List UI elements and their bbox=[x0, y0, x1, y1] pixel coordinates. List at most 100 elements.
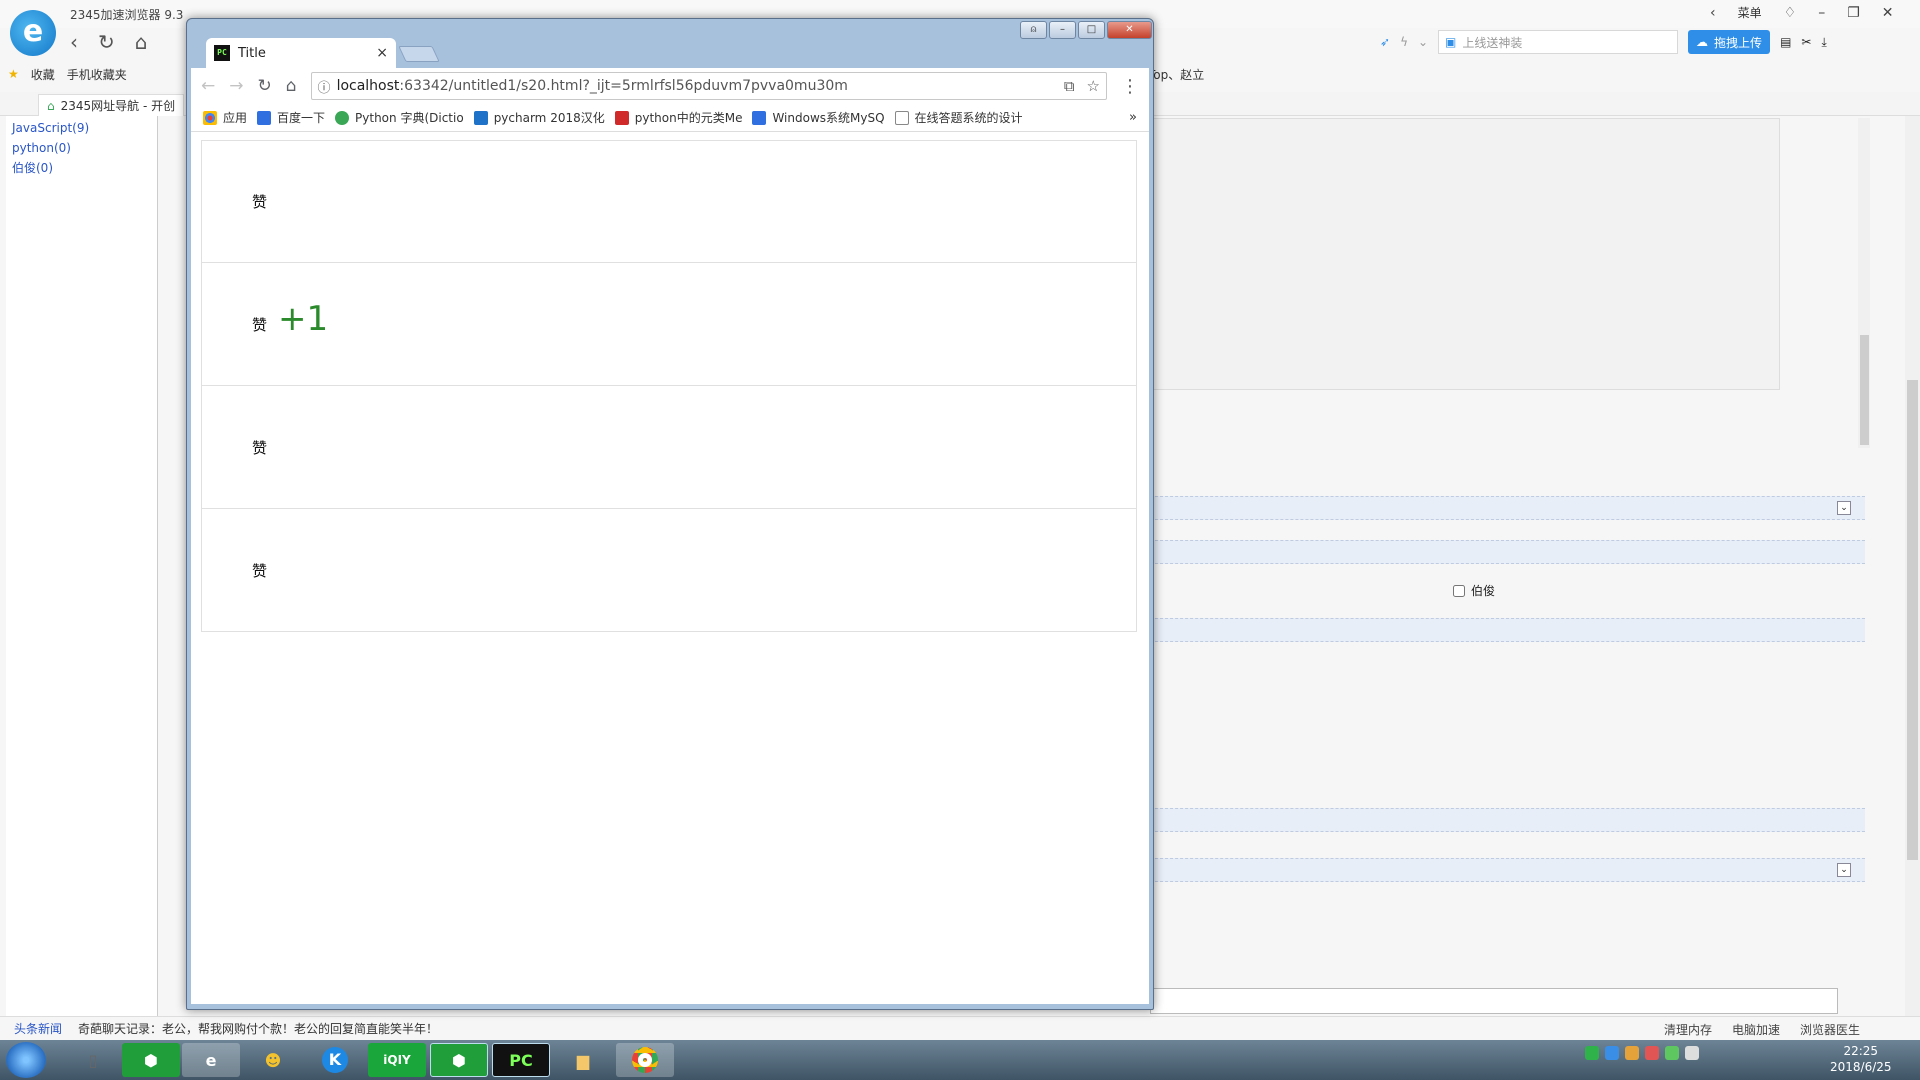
chrome-toolbar: ← → ↻ ⌂ ⓘ localhost:63342/untitled1/s20.… bbox=[191, 68, 1149, 104]
home-icon[interactable]: ⌂ bbox=[286, 76, 297, 96]
tray-network-icon[interactable] bbox=[1625, 1046, 1639, 1060]
news-label[interactable]: 头条新闻 bbox=[14, 1020, 62, 1037]
rocket-icon[interactable]: ➶ bbox=[1380, 35, 1390, 49]
file-icon[interactable]: ▯ bbox=[64, 1043, 122, 1077]
editor-scrollbar-thumb[interactable] bbox=[1860, 335, 1869, 445]
close-icon[interactable]: ✕ bbox=[1882, 5, 1894, 21]
main-scrollbar-thumb[interactable] bbox=[1907, 380, 1918, 860]
like-list: 赞 赞 +1 赞 赞 bbox=[201, 140, 1137, 632]
minimize-icon[interactable]: – bbox=[1818, 5, 1825, 21]
tray-volume-icon[interactable] bbox=[1685, 1046, 1699, 1060]
bookmark-apps[interactable]: 应用 bbox=[203, 109, 247, 126]
start-button-icon[interactable] bbox=[6, 1042, 46, 1078]
translate-icon[interactable]: ⧉ bbox=[1064, 77, 1075, 95]
background-editor-area[interactable] bbox=[1145, 118, 1780, 390]
close-icon[interactable]: ✕ bbox=[1107, 21, 1152, 39]
kugou-icon[interactable]: K bbox=[306, 1043, 364, 1077]
chrome-taskbar-icon[interactable] bbox=[616, 1043, 674, 1077]
csdn-icon bbox=[614, 110, 629, 125]
cloud-icon: ☁ bbox=[1696, 35, 1709, 49]
url-host: localhost bbox=[336, 78, 400, 94]
list-item: 赞 bbox=[201, 509, 1137, 632]
favorites-star-icon[interactable]: ★ bbox=[8, 67, 19, 81]
bookmark-windows-mysql[interactable]: Windows系统MySQ bbox=[752, 109, 885, 126]
reload-icon[interactable]: ↻ bbox=[98, 30, 115, 54]
bookmark-baidu[interactable]: 百度一下 bbox=[257, 109, 325, 126]
favorites-button[interactable]: 收藏 bbox=[31, 66, 55, 83]
background-window-controls: ‹ 菜单 ♢ – ❐ ✕ bbox=[1710, 4, 1893, 21]
2345-browser-taskbar-icon[interactable]: e bbox=[182, 1043, 240, 1077]
folder-icon[interactable]: ▆ bbox=[554, 1043, 612, 1077]
browser-logo-icon[interactable]: e bbox=[10, 10, 56, 56]
tray-update-icon[interactable] bbox=[1665, 1046, 1679, 1060]
tray-security-icon[interactable] bbox=[1645, 1046, 1659, 1060]
menu-button[interactable]: 菜单 bbox=[1738, 4, 1762, 21]
scissors-icon[interactable]: ✂ bbox=[1801, 35, 1811, 49]
tray-app-icon[interactable] bbox=[1585, 1046, 1599, 1060]
apps-grid-icon bbox=[203, 110, 217, 125]
chrome-tab-active[interactable]: PC Title × bbox=[206, 38, 396, 68]
new-tab-button[interactable] bbox=[398, 46, 440, 62]
tab-close-icon[interactable]: × bbox=[376, 45, 388, 61]
chevron-left-icon[interactable]: ‹ bbox=[1710, 5, 1716, 21]
green-app-icon[interactable]: ⬢ bbox=[122, 1043, 180, 1077]
collapse-chevron-icon[interactable]: ⌄ bbox=[1837, 501, 1851, 515]
iqiyi-icon[interactable]: iQIY bbox=[368, 1043, 426, 1077]
news-ticker-text[interactable]: 奇葩聊天记录：老公，帮我网购付个款！老公的回复简直能笑半年！ bbox=[78, 1020, 438, 1037]
maximize-icon[interactable]: □ bbox=[1078, 21, 1105, 39]
background-tab[interactable]: ⌂ 2345网址导航 - 开创 bbox=[38, 94, 185, 116]
reader-icon[interactable]: ▤ bbox=[1780, 35, 1791, 49]
plus-one-animation: +1 bbox=[278, 299, 329, 339]
like-button[interactable]: 赞 bbox=[252, 437, 267, 458]
lightning-icon[interactable]: ϟ bbox=[1400, 35, 1408, 49]
bookmark-python-dict[interactable]: Python 字典(Dictio bbox=[335, 109, 464, 126]
favbar-right-text[interactable]: Top、赵立 bbox=[1148, 66, 1204, 83]
pycharm-favicon-icon: PC bbox=[214, 45, 230, 61]
skin-icon[interactable]: ♢ bbox=[1784, 5, 1797, 21]
clean-memory-button[interactable]: 清理内存 bbox=[1664, 1021, 1712, 1038]
background-search-input[interactable]: ▣ 上线送神装 bbox=[1438, 30, 1679, 54]
green-app-2-icon[interactable]: ⬢ bbox=[430, 1043, 488, 1077]
download-icon[interactable]: ⤓ bbox=[1821, 35, 1826, 50]
qq-icon[interactable]: ☻ bbox=[244, 1043, 302, 1077]
restore-icon[interactable]: ❐ bbox=[1847, 5, 1860, 21]
tray-shield-icon[interactable] bbox=[1605, 1046, 1619, 1060]
profile-icon[interactable]: ⍝ bbox=[1020, 21, 1047, 39]
pc-speedup-button[interactable]: 电脑加速 bbox=[1732, 1021, 1780, 1038]
like-button[interactable]: 赞 bbox=[252, 191, 267, 212]
bookmark-online-quiz[interactable]: 在线答题系统的设计 bbox=[894, 109, 1023, 126]
reload-icon[interactable]: ↻ bbox=[258, 76, 272, 96]
background-tab-label: 2345网址导航 - 开创 bbox=[60, 99, 176, 113]
collapse-chevron-icon[interactable]: ⌄ bbox=[1837, 863, 1851, 877]
section-band: ⌄ bbox=[1150, 858, 1865, 882]
background-bottom-input[interactable] bbox=[1150, 988, 1838, 1014]
bookmark-label: python中的元类Me bbox=[634, 111, 743, 125]
bookmark-pycharm[interactable]: pycharm 2018汉化 bbox=[473, 109, 605, 126]
minimize-icon[interactable]: – bbox=[1049, 21, 1076, 39]
background-toolbar-right: ➶ ϟ ⌄ ▣ 上线送神装 ☁ 拖拽上传 ▤ ✂ ⤓ bbox=[1380, 30, 1827, 54]
taskbar-clock[interactable]: 22:25 2018/6/25 bbox=[1830, 1043, 1892, 1075]
chrome-menu-icon[interactable]: ⋮ bbox=[1121, 76, 1139, 97]
like-button[interactable]: 赞 bbox=[252, 560, 267, 581]
back-icon[interactable]: ← bbox=[201, 76, 215, 96]
info-icon[interactable]: ⓘ bbox=[318, 77, 331, 96]
sidebar-link-python[interactable]: python(0) bbox=[12, 138, 151, 158]
bookmark-label: 百度一下 bbox=[277, 111, 326, 125]
chevron-down-icon[interactable]: ⌄ bbox=[1418, 35, 1428, 49]
bookmark-star-icon[interactable]: ☆ bbox=[1087, 77, 1100, 95]
sidebar-link-javascript[interactable]: JavaScript(9) bbox=[12, 118, 151, 138]
back-icon[interactable]: ‹ bbox=[70, 30, 78, 54]
forward-icon[interactable]: → bbox=[229, 76, 243, 96]
system-tray bbox=[1585, 1046, 1699, 1060]
sidebar-link-bojun[interactable]: 伯俊(0) bbox=[12, 158, 151, 178]
mobile-favorites-button[interactable]: 手机收藏夹 bbox=[67, 66, 127, 83]
address-bar[interactable]: ⓘ localhost:63342/untitled1/s20.html?_ij… bbox=[310, 72, 1107, 100]
bookmarks-overflow-icon[interactable]: » bbox=[1129, 110, 1137, 125]
category-checkbox[interactable] bbox=[1453, 584, 1465, 597]
pycharm-icon[interactable]: PC bbox=[492, 1043, 550, 1077]
browser-doctor-button[interactable]: 浏览器医生 bbox=[1800, 1021, 1860, 1038]
bookmark-python-metaclass[interactable]: python中的元类Me bbox=[614, 109, 743, 126]
upload-button[interactable]: ☁ 拖拽上传 bbox=[1688, 30, 1771, 54]
home-icon[interactable]: ⌂ bbox=[135, 30, 148, 54]
like-button[interactable]: 赞 bbox=[252, 314, 267, 335]
